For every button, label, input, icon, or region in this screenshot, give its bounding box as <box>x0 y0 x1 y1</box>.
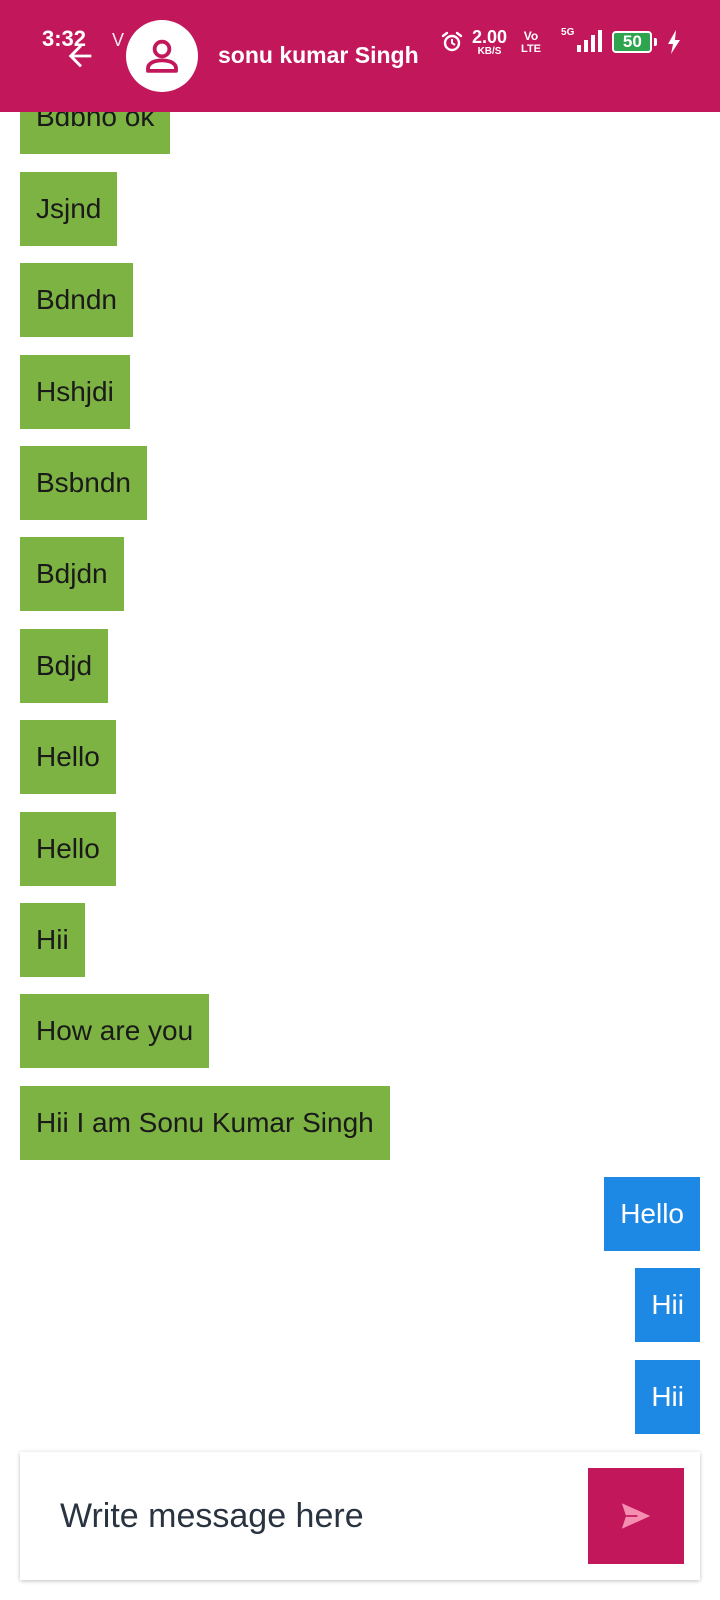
received-message[interactable]: Bdndn <box>20 263 133 337</box>
received-message[interactable]: Hello <box>20 720 116 794</box>
message-list[interactable]: Bdbno ok Jsjnd Bdndn Hshjdi Bsbndn Bdjdn… <box>0 0 720 1600</box>
received-message[interactable]: Hshjdi <box>20 355 130 429</box>
received-message[interactable]: Bdjdn <box>20 537 124 611</box>
volte-bottom: LTE <box>521 42 542 55</box>
sent-message[interactable]: Hello <box>604 1177 700 1251</box>
charging-icon <box>668 30 681 54</box>
person-icon <box>146 39 178 73</box>
sent-message[interactable]: Hii <box>635 1360 700 1434</box>
message-composer <box>20 1452 700 1580</box>
received-message[interactable]: Jsjnd <box>20 172 118 246</box>
battery-cap <box>654 38 658 46</box>
alarm-icon <box>441 31 463 52</box>
received-message[interactable]: Hii <box>20 903 85 977</box>
network-speed-value: 2.00 <box>472 26 508 47</box>
received-message[interactable]: Bdjd <box>20 629 109 703</box>
send-button[interactable] <box>588 1468 684 1564</box>
chat-header: 3:32 V sonu kumar Singh 2.00 KB/S Vo LTE… <box>0 0 720 112</box>
network-type: 5G <box>561 27 575 38</box>
network-speed-unit: KB/S <box>477 45 502 57</box>
signal-icon <box>577 30 603 52</box>
sent-message[interactable]: Hii <box>635 1268 700 1342</box>
battery-icon: 50 <box>612 31 653 53</box>
message-input[interactable] <box>20 1452 580 1580</box>
received-message[interactable]: How are you <box>20 994 210 1068</box>
volte-top: Vo <box>523 28 539 43</box>
received-message[interactable]: Hello <box>20 812 116 886</box>
contact-name[interactable]: sonu kumar Singh <box>218 42 419 69</box>
network-speed: 2.00 KB/S <box>472 28 507 57</box>
volte-indicator: Vo LTE <box>521 30 541 55</box>
carrier-v-icon: V <box>112 30 125 50</box>
contact-avatar[interactable] <box>126 20 198 92</box>
send-icon <box>621 1503 651 1529</box>
status-icons: 2.00 KB/S Vo LTE 5G 50 <box>440 24 681 60</box>
back-button[interactable] <box>56 32 104 80</box>
arrow-left-icon <box>68 44 92 68</box>
received-message[interactable]: Hii I am Sonu Kumar Singh <box>20 1086 390 1160</box>
received-message[interactable]: Bsbndn <box>20 446 147 520</box>
